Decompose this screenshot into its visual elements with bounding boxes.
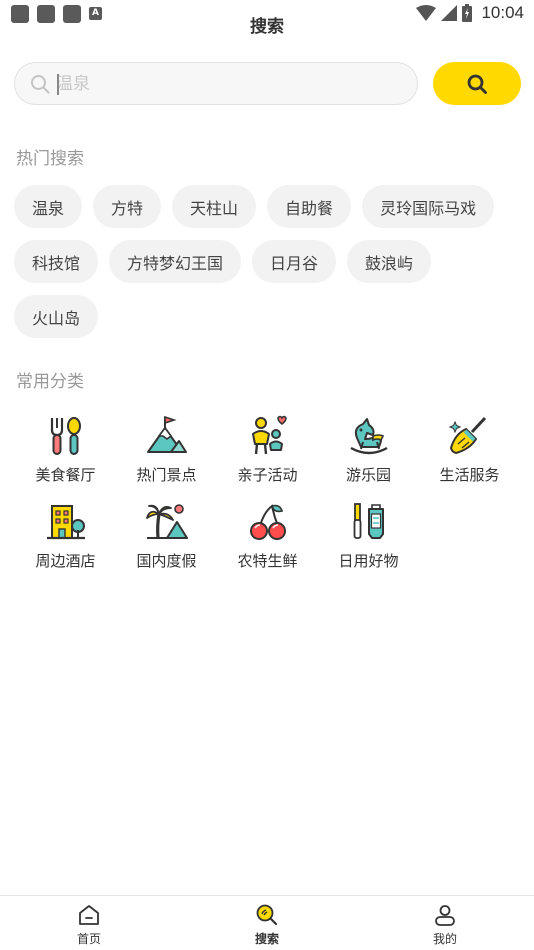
text-cursor <box>57 74 59 95</box>
category-fresh-produce[interactable]: 农特生鲜 <box>217 498 318 574</box>
hot-search-tag[interactable]: 鼓浪屿 <box>347 240 432 283</box>
category-amusement-park[interactable]: 游乐园 <box>318 412 419 488</box>
category-label: 国内度假 <box>136 552 197 570</box>
cutlery-icon <box>50 417 81 455</box>
category-daily-goods[interactable]: 日用好物 <box>318 498 419 574</box>
hot-search-title: 热门搜索 <box>16 149 84 169</box>
hot-search-tag[interactable]: 科技馆 <box>14 240 99 283</box>
tab-home[interactable]: 首页 <box>0 896 178 950</box>
search-field[interactable] <box>14 62 418 105</box>
hot-search-tag[interactable]: 日月谷 <box>252 240 337 283</box>
search-button[interactable] <box>433 62 521 105</box>
hot-search-tag[interactable]: 天柱山 <box>172 185 257 228</box>
tab-search[interactable]: 搜索 <box>178 896 356 950</box>
search-icon <box>467 74 487 94</box>
category-label: 亲子活动 <box>237 466 298 484</box>
home-icon <box>79 905 99 925</box>
category-scenic[interactable]: 热门景点 <box>116 412 217 488</box>
search-input[interactable] <box>56 73 356 94</box>
tab-label: 首页 <box>76 932 101 946</box>
category-label: 美食餐厅 <box>35 466 96 484</box>
hotel-building-icon <box>46 505 85 540</box>
parent-child-icon <box>251 415 287 455</box>
category-label: 日用好物 <box>338 552 399 570</box>
palm-tree-icon <box>145 504 188 539</box>
toothbrush-toothpaste-icon <box>353 503 384 539</box>
category-label: 周边酒店 <box>35 552 96 570</box>
category-grid: 美食餐厅 热门景点 亲子活动 游乐园 生活服务 周边酒店 国内度假 农特生鲜 日… <box>15 412 520 574</box>
search-icon <box>256 904 278 926</box>
rocking-horse-icon <box>349 418 388 455</box>
hot-search-tag[interactable]: 温泉 <box>14 185 83 228</box>
hot-search-tag[interactable]: 方特梦幻王国 <box>109 240 242 283</box>
bottom-tab-bar: 首页 搜索 我的 <box>0 895 534 950</box>
tab-profile[interactable]: 我的 <box>356 896 534 950</box>
user-icon <box>435 905 455 926</box>
tab-label: 搜索 <box>254 932 279 946</box>
search-icon <box>31 74 50 93</box>
category-label: 游乐园 <box>345 466 391 484</box>
mountain-flag-icon <box>146 415 187 453</box>
hot-search-tag[interactable]: 自助餐 <box>267 185 352 228</box>
broom-icon <box>448 416 486 454</box>
page-title: 搜索 <box>250 17 284 37</box>
hot-search-tag[interactable]: 灵玲国际马戏 <box>362 185 495 228</box>
cherry-icon <box>249 504 286 540</box>
category-label: 热门景点 <box>136 466 197 484</box>
category-domestic-holiday[interactable]: 国内度假 <box>116 498 217 574</box>
category-hotel[interactable]: 周边酒店 <box>15 498 116 574</box>
category-life-service[interactable]: 生活服务 <box>419 412 520 488</box>
category-food[interactable]: 美食餐厅 <box>15 412 116 488</box>
hot-search-tags: 温泉 方特 天柱山 自助餐 灵玲国际马戏 科技馆 方特梦幻王国 日月谷 鼓浪屿 … <box>14 185 524 338</box>
category-label: 生活服务 <box>439 466 500 484</box>
hot-search-tag[interactable]: 方特 <box>93 185 162 228</box>
hot-search-tag[interactable]: 火山岛 <box>14 295 99 338</box>
category-family[interactable]: 亲子活动 <box>217 412 318 488</box>
tab-label: 我的 <box>432 932 457 946</box>
categories-title: 常用分类 <box>16 372 84 392</box>
category-label: 农特生鲜 <box>237 552 298 570</box>
